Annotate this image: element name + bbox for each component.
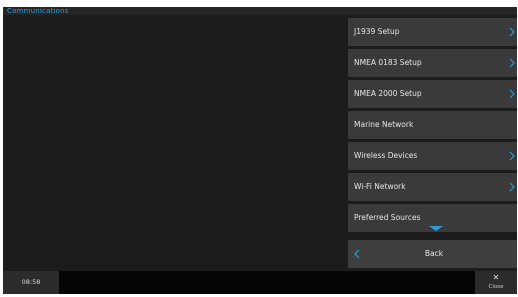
chevron-right-icon	[509, 182, 515, 192]
menu-item-wireless-devices[interactable]: Wireless Devices	[348, 142, 517, 170]
device-screen: Communications J1939 Setup NMEA 0183 Set…	[3, 7, 517, 294]
main-content-area	[3, 15, 346, 271]
chevron-right-icon	[509, 58, 515, 68]
menu-item-label: Marine Network	[354, 120, 414, 129]
back-button[interactable]: Back	[348, 240, 517, 268]
menu-item-label: J1939 Setup	[354, 27, 400, 36]
menu-item-label: NMEA 0183 Setup	[354, 58, 422, 67]
chevron-right-icon	[509, 151, 515, 161]
menu-item-j1939-setup[interactable]: J1939 Setup	[348, 18, 517, 46]
menu-item-marine-network[interactable]: Marine Network	[348, 111, 517, 139]
title-bar: Communications	[3, 7, 517, 15]
chevron-right-icon	[509, 89, 515, 99]
menu-item-nmea-2000-setup[interactable]: NMEA 2000 Setup	[348, 80, 517, 108]
menu-item-label: Wireless Devices	[354, 151, 418, 160]
menu-item-label: Preferred Sources	[354, 213, 421, 222]
status-bar: 08:58 ✕ Close	[3, 271, 517, 294]
menu-item-label: Wi-Fi Network	[354, 182, 406, 191]
close-icon: ✕	[492, 273, 500, 282]
menu-item-preferred-sources[interactable]: Preferred Sources	[348, 204, 517, 232]
clock-time: 08:58	[21, 278, 41, 286]
menu-item-wifi-network[interactable]: Wi-Fi Network	[348, 173, 517, 201]
close-button-label: Close	[488, 284, 504, 290]
chevron-right-icon	[509, 27, 515, 37]
menu-item-label: NMEA 2000 Setup	[354, 89, 422, 98]
back-button-label: Back	[424, 249, 444, 258]
chevron-down-icon[interactable]	[426, 226, 446, 232]
close-button[interactable]: ✕ Close	[475, 271, 517, 294]
menu-item-nmea-0183-setup[interactable]: NMEA 0183 Setup	[348, 49, 517, 77]
clock[interactable]: 08:58	[3, 271, 59, 294]
